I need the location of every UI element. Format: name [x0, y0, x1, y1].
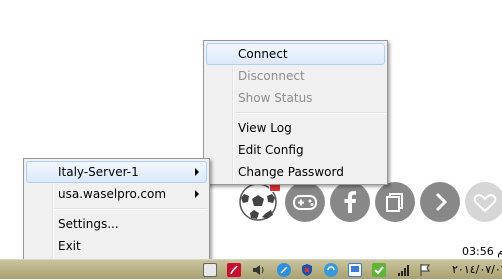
like-button[interactable]: [465, 182, 502, 222]
menu-separator: [55, 208, 207, 210]
tray-context-menu: Italy-Server-1 usa.waselpro.com Settings…: [23, 158, 210, 260]
facebook-button[interactable]: [330, 182, 370, 222]
menu-item-change-password[interactable]: Change Password: [206, 161, 385, 183]
menu-item-show-status[interactable]: Show Status: [206, 87, 385, 109]
menu-item-italy-server[interactable]: Italy-Server-1: [26, 161, 207, 183]
copy-icon: [386, 193, 403, 212]
menu-item-label: Settings...: [58, 217, 119, 231]
sync-icon[interactable]: [324, 263, 338, 277]
menu-item-exit[interactable]: Exit: [26, 235, 207, 257]
vpn-context-menu: Connect Disconnect Show Status View Log …: [203, 40, 388, 185]
gamepad-icon: [293, 195, 317, 210]
menu-item-label: usa.waselpro.com: [58, 187, 167, 201]
copy-button[interactable]: [375, 182, 415, 222]
facebook-icon: [344, 191, 356, 213]
shield-icon[interactable]: [300, 263, 314, 277]
menu-item-label: Show Status: [238, 91, 313, 105]
menu-item-view-log[interactable]: View Log: [206, 117, 385, 139]
menu-item-label: Change Password: [238, 165, 344, 179]
menu-item-label: Connect: [238, 47, 288, 61]
chevron-right-icon: [435, 192, 448, 212]
menu-item-edit-config[interactable]: Edit Config: [206, 139, 385, 161]
network-icon[interactable]: [203, 263, 217, 277]
volume-icon[interactable]: [252, 263, 266, 277]
gamepad-button[interactable]: [285, 182, 325, 222]
security-check-icon[interactable]: [372, 263, 386, 277]
flag-icon[interactable]: [418, 263, 432, 277]
menu-item-usa-server[interactable]: usa.waselpro.com: [26, 183, 207, 205]
submenu-arrow-icon: [195, 190, 199, 198]
clock-time[interactable]: 03:56 م: [462, 245, 502, 258]
browser-icon[interactable]: [277, 263, 291, 277]
menu-item-label: View Log: [238, 121, 292, 135]
menu-item-connect[interactable]: Connect: [206, 43, 385, 65]
heart-icon: [473, 194, 497, 213]
menu-item-disconnect[interactable]: Disconnect: [206, 65, 385, 87]
display-icon[interactable]: [348, 263, 362, 277]
menu-item-label: Italy-Server-1: [58, 165, 139, 179]
clock-date[interactable]: ٢٠١٤/٠٧/٠٦: [452, 263, 502, 276]
signal-icon[interactable]: [397, 263, 411, 277]
next-button[interactable]: [420, 182, 460, 222]
menu-item-label: Disconnect: [238, 69, 305, 83]
menu-item-settings[interactable]: Settings...: [26, 213, 207, 235]
menu-separator: [235, 112, 385, 114]
submenu-arrow-icon: [195, 168, 199, 176]
menu-item-label: Exit: [58, 239, 81, 253]
menu-item-label: Edit Config: [238, 143, 304, 157]
pdf-icon[interactable]: [227, 263, 241, 277]
